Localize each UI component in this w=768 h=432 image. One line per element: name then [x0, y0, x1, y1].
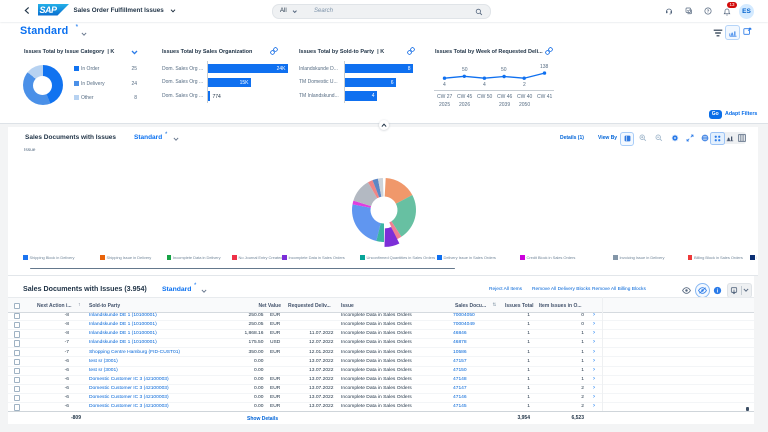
svg-text:?: ?	[706, 9, 709, 14]
svg-text:SAP: SAP	[40, 5, 59, 15]
